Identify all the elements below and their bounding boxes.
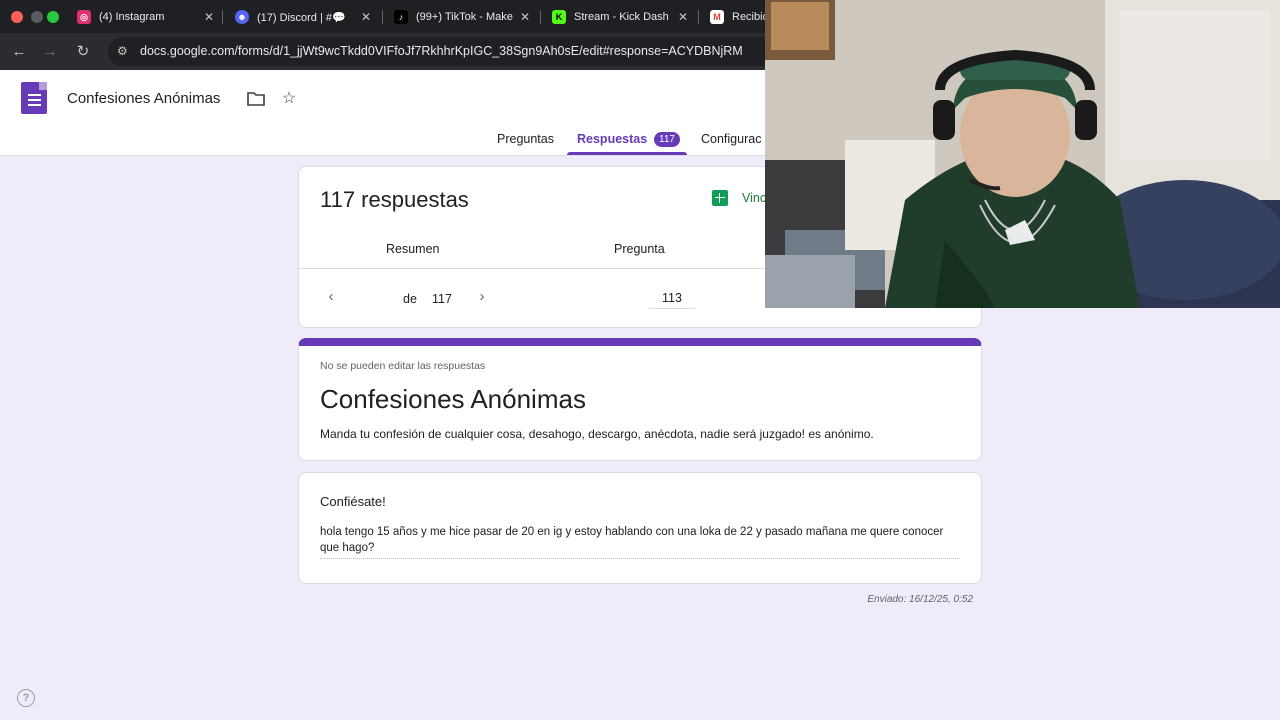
response-number-input[interactable] xyxy=(649,291,695,309)
star-icon[interactable]: ☆ xyxy=(279,88,299,108)
browser-tab-gmail[interactable]: M Recibid xyxy=(710,4,770,30)
close-tab-icon[interactable]: ✕ xyxy=(204,10,214,24)
webcam-overlay xyxy=(765,0,1280,308)
form-header-card: No se pueden editar las respuestas Confe… xyxy=(298,338,982,461)
responses-count-title: 117 respuestas xyxy=(320,187,469,212)
close-window-button[interactable] xyxy=(11,11,23,23)
document-title[interactable]: Confesiones Anónimas xyxy=(67,90,220,107)
form-title: Confesiones Anónimas xyxy=(320,384,586,414)
tab-title: (99+) TikTok - Make xyxy=(416,11,513,23)
tab-divider xyxy=(222,10,223,24)
google-forms-logo-icon[interactable] xyxy=(21,82,47,114)
tab-divider xyxy=(698,10,699,24)
google-sheets-icon xyxy=(712,190,728,206)
question-card: Confiésate! hola tengo 15 años y me hice… xyxy=(298,472,982,584)
subtab-resumen[interactable]: Resumen xyxy=(386,242,440,256)
tab-respuestas[interactable]: Respuestas xyxy=(577,132,647,146)
tab-divider xyxy=(540,10,541,24)
link-to-sheets-button[interactable]: Vinc xyxy=(712,190,766,206)
minimize-window-button[interactable] xyxy=(31,11,43,23)
question-title: Confiésate! xyxy=(320,494,386,509)
back-arrow-icon[interactable]: ← xyxy=(9,41,29,61)
site-settings-icon[interactable]: ⚙ xyxy=(117,44,131,58)
discord-icon: ☻ xyxy=(235,10,249,24)
tiktok-icon: ♪ xyxy=(394,10,408,24)
close-tab-icon[interactable]: ✕ xyxy=(678,10,688,24)
instagram-icon: ◎ xyxy=(77,10,91,24)
browser-tab-kick[interactable]: K Stream - Kick Dash ✕ xyxy=(552,4,688,30)
reload-icon[interactable]: ↻ xyxy=(73,41,93,61)
folder-icon[interactable] xyxy=(246,88,266,108)
responses-count-badge: 117 xyxy=(654,132,680,147)
active-tab-indicator xyxy=(567,152,687,155)
tab-title: (17) Discord | #💬 xyxy=(257,11,346,24)
subtab-pregunta[interactable]: Pregunta xyxy=(614,242,665,256)
tab-title: Stream - Kick Dash xyxy=(574,11,669,23)
kick-icon: K xyxy=(552,10,566,24)
url-text: docs.google.com/forms/d/1_jjWt9wcTkdd0VI… xyxy=(140,44,743,58)
submitted-timestamp: Enviado: 16/12/25, 0:52 xyxy=(867,594,973,605)
next-response-chevron-icon[interactable]: › xyxy=(472,288,492,305)
pager-of-label: de xyxy=(403,292,417,306)
form-description: Manda tu confesión de cualquier cosa, de… xyxy=(320,427,874,441)
gmail-icon: M xyxy=(710,10,724,24)
pager-total: 117 xyxy=(432,292,452,306)
link-to-sheets-label: Vinc xyxy=(742,191,767,205)
browser-tab-instagram[interactable]: ◎ (4) Instagram ✕ xyxy=(77,4,214,30)
answer-text: hola tengo 15 años y me hice pasar de 20… xyxy=(320,524,960,559)
browser-tab-discord[interactable]: ☻ (17) Discord | #💬 ✕ xyxy=(235,4,371,30)
previous-response-chevron-icon[interactable]: ‹ xyxy=(321,288,341,305)
cannot-edit-note: No se pueden editar las respuestas xyxy=(320,360,486,372)
close-tab-icon[interactable]: ✕ xyxy=(361,10,371,24)
tab-preguntas[interactable]: Preguntas xyxy=(497,132,554,146)
help-icon[interactable]: ? xyxy=(17,689,35,707)
browser-tab-tiktok[interactable]: ♪ (99+) TikTok - Make ✕ xyxy=(394,4,530,30)
close-tab-icon[interactable]: ✕ xyxy=(520,10,530,24)
maximize-window-button[interactable] xyxy=(47,11,59,23)
tab-divider xyxy=(382,10,383,24)
tab-title: (4) Instagram xyxy=(99,11,165,23)
tab-title: Recibid xyxy=(732,11,766,23)
webcam-feed-image xyxy=(765,0,1280,308)
forward-arrow-icon[interactable]: → xyxy=(40,41,60,61)
tab-configuracion[interactable]: Configurac xyxy=(701,132,761,146)
